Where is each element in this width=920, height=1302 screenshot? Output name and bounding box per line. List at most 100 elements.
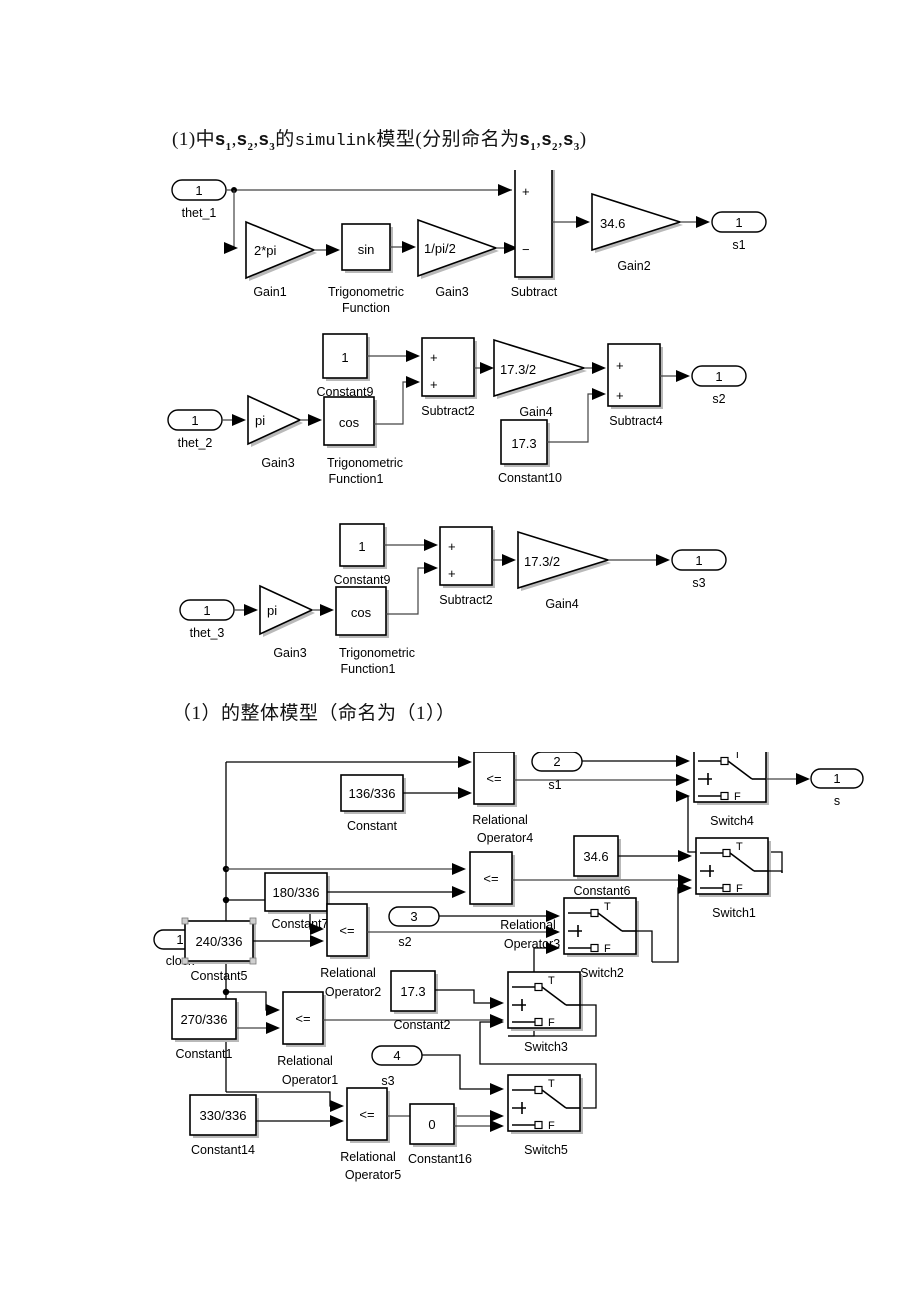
subtract-label: Subtract: [511, 285, 558, 299]
inport-s2-label: s2: [398, 935, 411, 949]
gain4-value-3: 17.3/2: [524, 554, 560, 569]
document-page: (1)中s1,s2,s3的simulink模型(分别命名为s1,s2,s3) 1…: [0, 0, 920, 1302]
heading1-s1b: s: [519, 129, 531, 149]
constant-173-value: 17.3: [400, 984, 425, 999]
constant-240-label: Constant5: [191, 969, 248, 983]
heading-section-2: （1）的整体模型（命名为（1））: [172, 703, 456, 724]
relop1-label-2: Operator1: [282, 1073, 338, 1087]
switch3-block: T F Switch3: [507, 971, 583, 1054]
trig-label-2: Function: [342, 301, 390, 315]
outport-s1-num: 1: [735, 215, 742, 230]
constant-330-block: 330/336 Constant14: [189, 1094, 259, 1157]
relop4-op: <=: [486, 771, 501, 786]
heading1-pre: (1)中: [172, 129, 216, 150]
trig-cos-label-2: Function1: [329, 472, 384, 486]
relop1-op: <=: [295, 1011, 310, 1026]
heading1-post: 模型(分别命名为: [376, 129, 520, 150]
subtract2-label-3: Subtract2: [439, 593, 493, 607]
subtract4-block: + + Subtract4: [607, 343, 663, 428]
constant-330-label: Constant14: [191, 1143, 255, 1157]
diagram-overall: 1 clock 136/336 Constant <= Relational O…: [153, 752, 864, 1182]
inport-thet1-num: 1: [195, 183, 202, 198]
subtract-sign-top: +: [522, 184, 530, 199]
trig-cos-label-2-3: Function1: [341, 662, 396, 676]
relop1-block: <= Relational Operator1: [277, 991, 338, 1087]
gain1-label: Gain1: [253, 285, 286, 299]
gain3-pi-value: pi: [255, 413, 265, 428]
constant9-value: 1: [341, 350, 348, 365]
constant-136-label: Constant: [347, 819, 398, 833]
constant9-label: Constant9: [317, 385, 374, 399]
subtract2-block-3: + + Subtract2: [439, 526, 495, 607]
subtract-sign-bot: −: [522, 242, 530, 257]
inport-thet2-label: thet_2: [178, 436, 213, 450]
switch1-f: F: [736, 883, 743, 895]
constant10-block: 17.3 Constant10: [498, 419, 562, 485]
subtract2-label: Subtract2: [421, 404, 475, 418]
constant-0-value: 0: [428, 1117, 435, 1132]
relop2-label-1: Relational: [320, 966, 376, 980]
gain4-value: 17.3/2: [500, 362, 536, 377]
inport-s3-num: 4: [393, 1048, 400, 1063]
switch5-label: Switch5: [524, 1143, 568, 1157]
constant-180-block: 180/336 Constant7: [264, 872, 330, 931]
gain4-block: 17.3/2 Gain4: [493, 338, 587, 419]
trig-cos-value-3: cos: [351, 605, 372, 620]
switch4-label: Switch4: [710, 814, 754, 828]
outport-s-label: s: [834, 794, 840, 808]
heading1-s2: s: [236, 129, 248, 149]
outport-s3: 1 s3: [671, 549, 727, 590]
switch1-label: Switch1: [712, 906, 756, 920]
gain3-label: Gain3: [435, 285, 468, 299]
constant-136-value: 136/336: [349, 786, 396, 801]
switch4-block: T F Switch4: [693, 752, 769, 828]
switch2-block: T F Switch2: [563, 897, 639, 980]
trig-value: sin: [358, 242, 375, 257]
inport-thet3-label: thet_3: [190, 626, 225, 640]
diagram-s1: 1 thet_1 2*pi Gain1 sin Trigonometric Fu…: [171, 170, 767, 315]
trig-cos-block-3: cos Trigonometric Function1: [335, 586, 415, 676]
subtract2-sign-top-3: +: [448, 539, 456, 554]
relop5-label-2: Operator5: [345, 1168, 401, 1182]
trig-cos-value: cos: [339, 415, 360, 430]
outport-s: 1 s: [810, 768, 864, 808]
heading1-s2b: s: [541, 129, 552, 149]
inport-thet1: 1 thet_1: [171, 179, 227, 220]
constant-270-label: Constant1: [176, 1047, 233, 1061]
inport-thet2: 1 thet_2: [167, 409, 223, 450]
relop5-op: <=: [359, 1107, 374, 1122]
gain1-value: 2*pi: [254, 243, 277, 258]
outport-s1: 1 s1: [711, 211, 767, 252]
switch4-t: T: [734, 752, 741, 761]
relop2-label-2: Operator2: [325, 985, 381, 999]
gain3-block: 1/pi/2 Gain3: [417, 218, 499, 299]
heading1-s3: s: [258, 129, 270, 149]
constant10-value: 17.3: [511, 436, 536, 451]
constant-346-value: 34.6: [583, 849, 608, 864]
inport-clock-num: 1: [176, 932, 183, 947]
inport-s1-signal: 2 s1: [531, 752, 583, 792]
inport-s2-num: 3: [410, 909, 417, 924]
heading1-simulink: simulink: [294, 132, 377, 151]
trig-cos-block: cos Trigonometric Function1: [323, 396, 403, 486]
diagram-s3: 1 thet_3 pi Gain3 cos Trigonometric Func…: [179, 523, 727, 676]
constant-240-block: 240/336 Constant5: [181, 917, 257, 983]
switch3-label: Switch3: [524, 1040, 568, 1054]
inport-s1-label: s1: [548, 778, 561, 792]
constant10-label: Constant10: [498, 471, 562, 485]
inport-s3-label: s3: [381, 1074, 394, 1088]
relop5-label-1: Relational: [340, 1150, 396, 1164]
gain1-block: 2*pi Gain1: [245, 220, 317, 299]
subtract4-sign-top: +: [616, 358, 624, 373]
gain2-label: Gain2: [617, 259, 650, 273]
switch3-t: T: [548, 975, 555, 987]
relop1-label-1: Relational: [277, 1054, 333, 1068]
switch2-f: F: [604, 943, 611, 955]
outport-s1-label: s1: [732, 238, 745, 252]
constant-180-value: 180/336: [273, 885, 320, 900]
switch1-block: T F Switch1: [695, 837, 771, 920]
gain4-block-3: 17.3/2 Gain4: [517, 530, 611, 611]
heading1-s1: s: [215, 129, 226, 149]
outport-s2: 1 s2: [691, 365, 747, 406]
constant-346-block: 34.6 Constant6: [573, 835, 631, 898]
